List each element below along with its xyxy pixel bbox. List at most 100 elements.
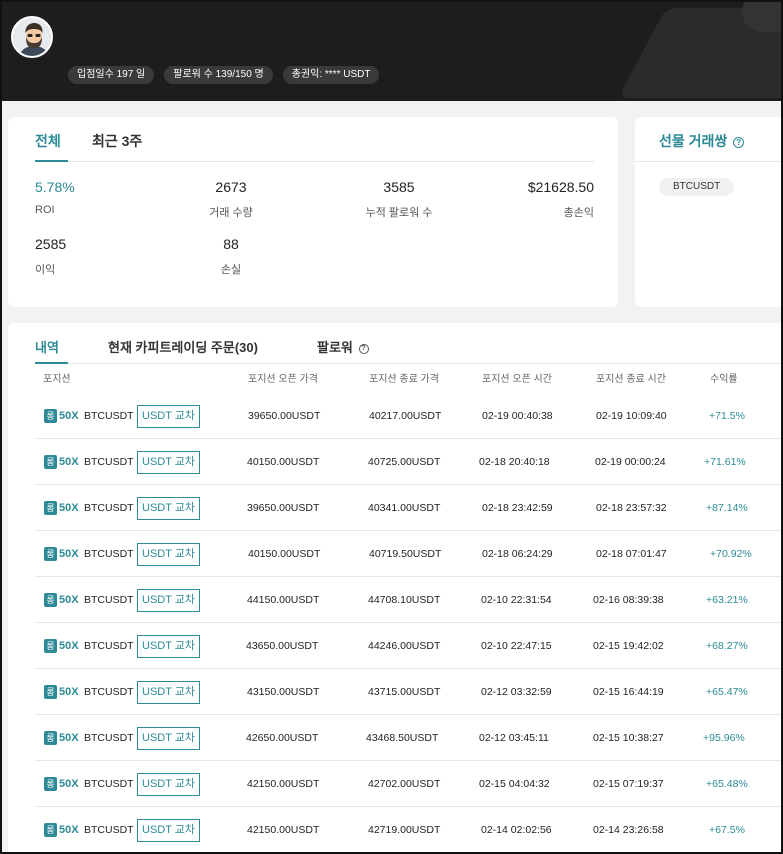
table-row: 롱 50X BTCUSDT USDT 교차 43650.00USDT 44246.00US… (35, 623, 781, 669)
close-price: 42702.00USDT (368, 778, 441, 790)
close-price: 43468.50USDT (366, 732, 439, 744)
stat-label: 이익 (35, 264, 56, 276)
stat-label: 손실 (220, 264, 242, 276)
close-price: 44708.10USDT (368, 594, 441, 606)
open-price: 39650.00USDT (248, 410, 321, 422)
tab-followers[interactable]: 팔로워 ? (317, 337, 369, 356)
pnl: +87.14% (706, 502, 748, 514)
active-tab-indicator (35, 362, 68, 364)
equity-badge: 총권익: **** USDT (282, 66, 380, 84)
long-position-icon: 롱 (44, 455, 57, 469)
open-time: 02-12 03:32:59 (481, 686, 552, 698)
close-price: 44246.00USDT (368, 640, 441, 652)
stats-card: 전체 최근 3주 5.78% ROI 2673 거래 수량 3585 누적 팔로… (8, 117, 618, 307)
pnl: +65.47% (706, 686, 748, 698)
open-price: 42150.00USDT (247, 824, 320, 836)
margin-mode-tag[interactable]: USDT 교차 (137, 773, 201, 796)
futures-pairs-label: 선물 거래쌍 (659, 133, 728, 149)
table-row: 롱 50X BTCUSDT USDT 교차 44150.00USDT 44708.10US… (35, 577, 781, 623)
open-time: 02-12 03:45:11 (479, 732, 549, 744)
pnl: +71.61% (704, 456, 746, 468)
open-time: 02-19 00:40:38 (482, 410, 553, 422)
open-price: 42650.00USDT (246, 732, 319, 744)
stat-trade-count: 2673 거래 수량 (161, 179, 301, 220)
tab-recent-3-weeks[interactable]: 최근 3주 (92, 131, 142, 151)
active-tab-indicator (35, 160, 68, 162)
pair-chip[interactable]: BTCUSDT (659, 178, 735, 196)
history-card: 내역 현재 카피트레이딩 주문(30) 팔로워 ? 포지션 포지션 오픈 가격 … (8, 323, 781, 852)
col-position: 포지션 (43, 374, 71, 385)
leverage: 50X (59, 640, 79, 652)
help-icon[interactable]: ? (358, 343, 369, 354)
leverage: 50X (59, 410, 79, 422)
close-price: 40719.50USDT (369, 548, 442, 560)
help-icon[interactable]: ? (733, 136, 745, 148)
open-price: 39650.00USDT (247, 502, 320, 514)
table-row: 롱 50X BTCUSDT USDT 교차 40150.00USDT 40719.50US… (35, 531, 781, 577)
stats-tabs: 전체 최근 3주 (35, 117, 594, 162)
symbol: BTCUSDT (84, 502, 134, 514)
margin-mode-tag[interactable]: USDT 교차 (137, 681, 201, 704)
long-position-icon: 롱 (44, 501, 57, 515)
close-price: 40725.00USDT (368, 456, 441, 468)
stat-label: ROI (35, 204, 55, 216)
symbol: BTCUSDT (84, 456, 134, 468)
open-time: 02-10 22:47:15 (481, 640, 552, 652)
page-frame: 입점일수 197 일 팔로워 수 139/150 명 총권익: **** USD… (0, 0, 783, 854)
margin-mode-tag[interactable]: USDT 교차 (137, 405, 201, 428)
pnl: +71.5% (709, 410, 745, 422)
open-time: 02-15 04:04:32 (479, 778, 550, 790)
open-time: 02-18 23:42:59 (482, 502, 553, 514)
col-close-time: 포지션 종료 시간 (596, 374, 666, 385)
close-price: 40341.00USDT (368, 502, 441, 514)
stat-label: 누적 팔로워 수 (365, 207, 433, 219)
margin-mode-tag[interactable]: USDT 교차 (137, 543, 201, 566)
open-time: 02-14 02:02:56 (481, 824, 552, 836)
profile-badges: 입점일수 197 일 팔로워 수 139/150 명 총권익: **** USD… (68, 66, 380, 84)
stat-value: 2585 (35, 236, 67, 252)
tab-all[interactable]: 전체 (35, 131, 61, 151)
leverage: 50X (59, 732, 79, 744)
stat-loss: 88 손실 (161, 236, 301, 277)
table-row: 롱 50X BTCUSDT USDT 교차 42150.00USDT 42702.00US… (35, 761, 781, 807)
margin-mode-tag[interactable]: USDT 교차 (137, 497, 201, 520)
avatar[interactable] (11, 16, 53, 58)
col-close-price: 포지션 종료 가격 (369, 374, 439, 385)
long-position-icon: 롱 (44, 685, 57, 699)
margin-mode-tag[interactable]: USDT 교차 (137, 635, 201, 658)
long-position-icon: 롱 (44, 547, 57, 561)
followers-badge: 팔로워 수 139/150 명 (164, 66, 273, 84)
pnl: +63.21% (706, 594, 748, 606)
pnl: +95.96% (703, 732, 745, 744)
table-row: 롱 50X BTCUSDT USDT 교차 43150.00USDT 43715.00US… (35, 669, 781, 715)
symbol: BTCUSDT (84, 410, 134, 422)
open-price: 40150.00USDT (247, 456, 320, 468)
long-position-icon: 롱 (44, 639, 57, 653)
stat-profit: 2585 이익 (35, 236, 175, 277)
stat-total-pnl: $21628.50 총손익 (454, 179, 594, 220)
long-position-icon: 롱 (44, 777, 57, 791)
long-position-icon: 롱 (44, 593, 57, 607)
margin-mode-tag[interactable]: USDT 교차 (137, 727, 201, 750)
futures-pairs-title: 선물 거래쌍 ? (659, 131, 745, 151)
margin-mode-tag[interactable]: USDT 교차 (137, 589, 201, 612)
table-row: 롱 50X BTCUSDT USDT 교차 39650.00USDT 40341.00US… (35, 485, 781, 531)
col-open-price: 포지션 오픈 가격 (248, 374, 318, 385)
stat-value: 2673 (215, 179, 247, 195)
tab-history[interactable]: 내역 (35, 337, 59, 356)
close-price: 42719.00USDT (368, 824, 441, 836)
leverage: 50X (59, 824, 79, 836)
stat-label: 거래 수량 (209, 207, 253, 219)
tab-followers-label: 팔로워 (317, 340, 353, 355)
close-time: 02-19 00:00:24 (595, 456, 666, 468)
tab-current-copy-orders[interactable]: 현재 카피트레이딩 주문(30) (108, 337, 258, 356)
pnl: +65.48% (706, 778, 748, 790)
close-time: 02-16 08:39:38 (593, 594, 664, 606)
leverage: 50X (59, 778, 79, 790)
margin-mode-tag[interactable]: USDT 교차 (137, 451, 201, 474)
margin-mode-tag[interactable]: USDT 교차 (137, 819, 201, 842)
open-price: 43650.00USDT (246, 640, 319, 652)
stat-label: 총손익 (563, 207, 594, 219)
leverage: 50X (59, 686, 79, 698)
leverage: 50X (59, 548, 79, 560)
